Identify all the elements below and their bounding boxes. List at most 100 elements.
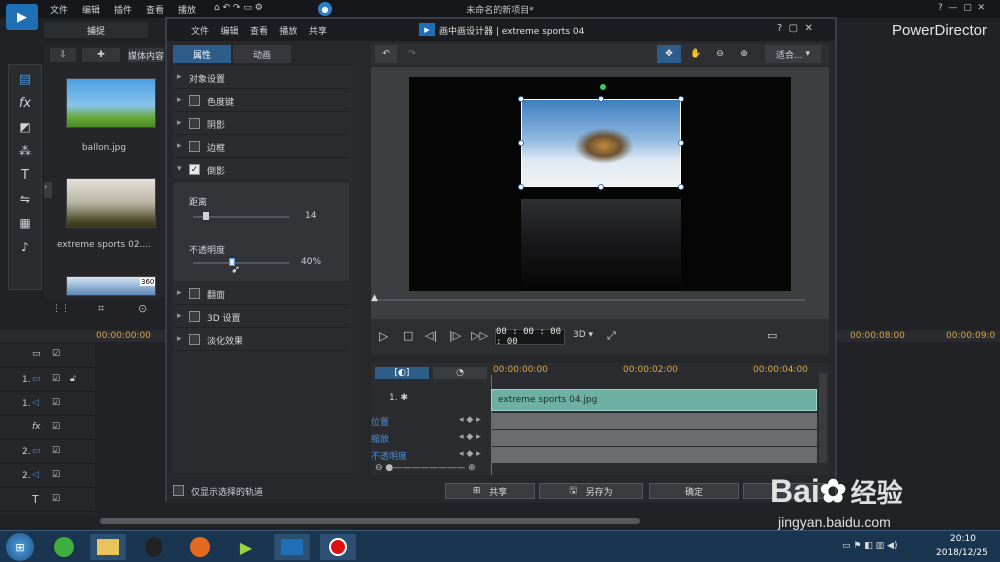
prop-row[interactable]: ▸ 对象设置	[173, 67, 349, 89]
menu-share[interactable]: 共享	[309, 27, 327, 37]
track-row[interactable]: ▭ ☑	[0, 344, 95, 368]
thumb-ballon[interactable]	[66, 78, 156, 128]
prop-row[interactable]: ▸ 淡化效果	[173, 329, 349, 351]
prop-row[interactable]: ▸ 边框	[173, 136, 349, 158]
tab-properties[interactable]: 属性	[173, 45, 231, 63]
fullscreen-icon[interactable]: ⤢	[607, 329, 616, 343]
zoom-in-icon[interactable]: ⊕	[733, 45, 755, 63]
resize-handle[interactable]	[518, 140, 524, 146]
param-band[interactable]	[491, 430, 817, 446]
menu-edit[interactable]: 编辑	[82, 3, 100, 16]
audio-mix-icon[interactable]: ▦	[13, 213, 37, 233]
import-icon[interactable]: ⇩	[50, 48, 76, 62]
menu-view[interactable]: 查看	[250, 27, 268, 37]
undo-icon[interactable]: ↶	[375, 45, 397, 63]
stop-icon[interactable]: □	[403, 329, 413, 342]
opacity-slider[interactable]	[193, 262, 289, 264]
hand-tool-icon[interactable]: ✋	[685, 45, 707, 63]
menu-play[interactable]: 播放	[279, 27, 297, 37]
qq-icon[interactable]	[136, 534, 172, 560]
share-button[interactable]: ⊞ 共享	[445, 483, 535, 499]
user-icon[interactable]: ●	[318, 2, 332, 16]
only-selected-checkbox[interactable]	[173, 485, 184, 496]
track-row[interactable]: 1. ◁ ☑	[0, 392, 95, 416]
fast-forward-icon[interactable]: ▷▷	[471, 329, 488, 342]
menu-play[interactable]: 播放	[178, 3, 196, 16]
clip-block[interactable]: extreme sports 04.jpg	[491, 389, 817, 411]
dialog-window-controls[interactable]: ? ▢ ✕	[777, 23, 813, 34]
select-tool-icon[interactable]: ✥	[657, 45, 681, 63]
tab-capture[interactable]: 捕捉	[44, 22, 148, 38]
tray-icons[interactable]: ▭ ⚑ ◧ ▥ ◀︎)	[842, 541, 897, 551]
prop-row[interactable]: ▸ 阴影	[173, 113, 349, 135]
media-room-icon[interactable]: ▤	[13, 69, 37, 89]
redo-icon[interactable]: ↷	[401, 45, 423, 63]
timecode-display[interactable]: 00 : 00 : 00 : 00	[495, 327, 565, 347]
resize-handle[interactable]	[598, 96, 604, 102]
prop-row[interactable]: ▸ 3D 设置	[173, 306, 349, 328]
mic-icon[interactable]: ♪	[13, 237, 37, 257]
param-track[interactable]: 不透明度 ◂ ◆ ▸	[371, 449, 487, 462]
plugin-icon[interactable]: ✚	[82, 48, 120, 62]
zoom-out-icon[interactable]: ⊖	[709, 45, 731, 63]
more-icon[interactable]: ⊙	[138, 302, 147, 315]
title-icon[interactable]: T	[13, 165, 37, 185]
3d-dropdown[interactable]: 3D ▾	[573, 330, 593, 340]
track-row[interactable]: 2. ◁ ☑	[0, 464, 95, 488]
resize-handle[interactable]	[598, 184, 604, 190]
track-row[interactable]: 2. ▭ ☑	[0, 440, 95, 464]
expand-arrow-icon[interactable]: ›	[44, 182, 52, 198]
prop-row[interactable]: ▾ ✓ 倒影	[173, 159, 349, 181]
window-controls[interactable]: ? — ▢ ✕	[938, 3, 985, 13]
zoom-slider[interactable]: ⊖ ●———————— ⊕	[375, 463, 476, 473]
record-icon[interactable]	[320, 534, 356, 560]
menu-plugins[interactable]: 插件	[114, 3, 132, 16]
crop-icon[interactable]: ⌗	[98, 302, 104, 316]
menu-file[interactable]: 文件	[191, 27, 209, 37]
start-button[interactable]: ⊞	[6, 533, 34, 561]
menu-edit[interactable]: 编辑	[220, 27, 238, 37]
track-row[interactable]: T ☑	[0, 488, 95, 512]
ok-button[interactable]: 确定	[649, 483, 739, 499]
resize-handle[interactable]	[678, 96, 684, 102]
distance-slider-thumb[interactable]	[203, 212, 209, 220]
next-frame-icon[interactable]: |▷	[449, 329, 461, 342]
particle-icon[interactable]: ⁂	[13, 141, 37, 161]
transition-icon[interactable]: ⇋	[13, 189, 37, 209]
keyframe-view-toggle[interactable]: ◔	[433, 367, 487, 379]
powerdirector-icon[interactable]	[274, 534, 310, 560]
taskbar-app-icon[interactable]	[46, 534, 82, 560]
track-row[interactable]: fx ☑	[0, 416, 95, 440]
prop-row[interactable]: ▸ 翻面	[173, 283, 349, 305]
tab-animation[interactable]: 动画	[233, 45, 291, 63]
media-content-dropdown[interactable]: 媒体内容	[128, 48, 164, 62]
split-icon[interactable]: ⋮⋮	[52, 304, 70, 314]
resize-handle[interactable]	[518, 96, 524, 102]
resize-handle[interactable]	[678, 184, 684, 190]
explorer-icon[interactable]	[90, 534, 126, 560]
firefox-icon[interactable]	[182, 534, 218, 560]
toolbar-icons[interactable]: ⌂ ↶ ↷ ▭ ⚙	[214, 3, 263, 13]
param-band[interactable]	[491, 413, 817, 429]
param-band[interactable]	[491, 447, 817, 463]
param-track[interactable]: 缩放 ◂ ◆ ▸	[371, 432, 487, 445]
scrubber-thumb-icon[interactable]: ▲	[371, 293, 378, 303]
props-scrollbar[interactable]	[349, 65, 359, 471]
resize-handle[interactable]	[678, 140, 684, 146]
prop-row[interactable]: ▸ 色度键	[173, 90, 349, 112]
fit-dropdown[interactable]: 适合... ▾	[765, 45, 821, 63]
track-view-toggle[interactable]: [◐]	[375, 367, 429, 379]
rotate-handle[interactable]	[600, 84, 606, 90]
timeline-scrollbar[interactable]	[100, 518, 640, 524]
menu-view[interactable]: 查看	[146, 3, 164, 16]
track-row[interactable]: 1. ▭ ☑ 🔓︎	[0, 368, 95, 392]
save-as-button[interactable]: 🖫︎ 另存为	[539, 483, 643, 499]
pip-icon[interactable]: ◩	[13, 117, 37, 137]
play-icon[interactable]: ▷	[379, 329, 388, 343]
display-mode-icon[interactable]: ▭	[767, 329, 777, 342]
fx-icon[interactable]: fx	[13, 93, 37, 113]
dialog-menu[interactable]: 文件 编辑 查看 播放 共享	[191, 24, 331, 37]
selected-image[interactable]	[521, 99, 681, 187]
thumb-extreme-02[interactable]	[66, 178, 156, 228]
media-app-icon[interactable]: ▶	[228, 534, 264, 560]
